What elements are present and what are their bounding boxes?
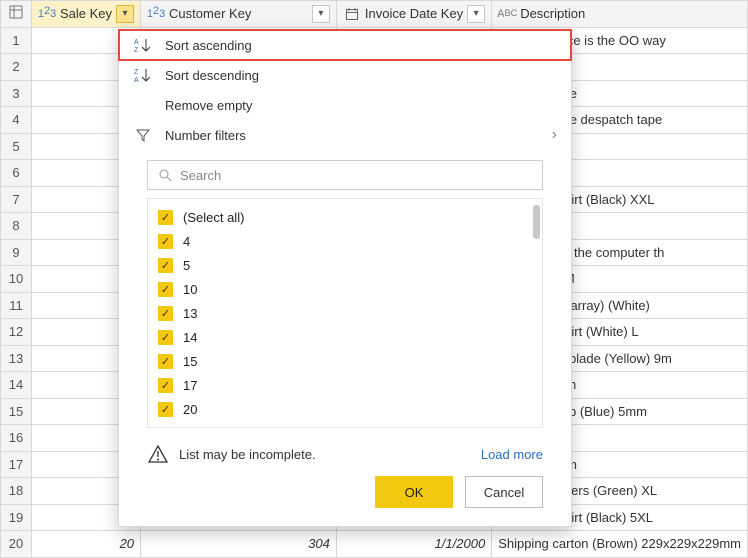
row-number[interactable]: 19 bbox=[1, 504, 32, 531]
search-icon bbox=[158, 168, 172, 182]
column-header-description[interactable]: ABC Description bbox=[492, 1, 748, 28]
row-number[interactable]: 8 bbox=[1, 213, 32, 240]
filter-value-label: 4 bbox=[183, 234, 190, 249]
svg-text:A: A bbox=[134, 77, 139, 83]
warning-icon bbox=[147, 444, 169, 464]
row-number[interactable]: 6 bbox=[1, 160, 32, 187]
filter-icon bbox=[133, 127, 153, 143]
checkbox-checked-icon[interactable]: ✓ bbox=[158, 258, 173, 273]
checkbox-checked-icon[interactable]: ✓ bbox=[158, 402, 173, 417]
incomplete-notice: List may be incomplete. Load more bbox=[119, 434, 571, 476]
row-number[interactable]: 7 bbox=[1, 186, 32, 213]
filter-values-list[interactable]: ✓(Select all)✓4✓5✓10✓13✓14✓15✓17✓20 bbox=[147, 198, 543, 428]
menu-label: Sort descending bbox=[165, 68, 259, 83]
row-number[interactable]: 16 bbox=[1, 425, 32, 452]
row-number[interactable]: 15 bbox=[1, 398, 32, 425]
filter-dropdown-toggle[interactable]: ▾ bbox=[312, 5, 330, 23]
incomplete-text: List may be incomplete. bbox=[179, 447, 316, 462]
menu-label: Sort ascending bbox=[165, 38, 252, 53]
ok-button[interactable]: OK bbox=[375, 476, 453, 508]
sort-desc-icon: ZA bbox=[133, 67, 153, 83]
checkbox-checked-icon[interactable]: ✓ bbox=[158, 282, 173, 297]
cell-description[interactable]: Shipping carton (Brown) 229x229x229mm bbox=[492, 531, 748, 558]
svg-text:Z: Z bbox=[134, 47, 139, 53]
menu-label: Number filters bbox=[165, 128, 246, 143]
text-type-icon: ABC bbox=[498, 8, 516, 20]
filter-value-item[interactable]: ✓ (Select all) bbox=[148, 205, 542, 229]
checkbox-checked-icon[interactable]: ✓ bbox=[158, 378, 173, 393]
filter-value-label: 17 bbox=[183, 378, 197, 393]
checkbox-checked-icon[interactable]: ✓ bbox=[158, 210, 173, 225]
row-number[interactable]: 18 bbox=[1, 478, 32, 505]
filter-value-item[interactable]: ✓5 bbox=[148, 253, 542, 277]
checkbox-checked-icon[interactable]: ✓ bbox=[158, 354, 173, 369]
search-placeholder: Search bbox=[180, 168, 221, 183]
filter-value-label: (Select all) bbox=[183, 210, 244, 225]
column-title: Invoice Date Key bbox=[365, 6, 463, 21]
filter-value-item[interactable]: ✓4 bbox=[148, 229, 542, 253]
chevron-right-icon: › bbox=[552, 126, 557, 144]
checkbox-checked-icon[interactable]: ✓ bbox=[158, 306, 173, 321]
scrollbar-thumb[interactable] bbox=[533, 205, 540, 239]
row-number[interactable]: 13 bbox=[1, 345, 32, 372]
row-number[interactable]: 5 bbox=[1, 133, 32, 160]
filter-value-item[interactable]: ✓ 10 bbox=[148, 277, 542, 301]
cancel-button[interactable]: Cancel bbox=[465, 476, 543, 508]
filter-value-item[interactable]: ✓ 13 bbox=[148, 301, 542, 325]
table-icon bbox=[7, 5, 25, 19]
sort-asc-icon: AZ bbox=[133, 37, 153, 53]
filter-dropdown-toggle[interactable]: ▾ bbox=[116, 5, 134, 23]
column-header-sale-key[interactable]: 123 Sale Key ▾ bbox=[32, 1, 141, 28]
filter-dropdown-panel: AZ Sort ascending ZA Sort descending Rem… bbox=[118, 29, 572, 527]
filter-value-label: 5 bbox=[183, 258, 190, 273]
filter-value-label: 13 bbox=[183, 306, 197, 321]
filter-value-label: 10 bbox=[183, 282, 197, 297]
row-number[interactable]: 3 bbox=[1, 80, 32, 107]
checkbox-checked-icon[interactable]: ✓ bbox=[158, 234, 173, 249]
number-type-icon: 123 bbox=[38, 8, 56, 20]
filter-value-label: 14 bbox=[183, 330, 197, 345]
column-header-customer-key[interactable]: 123 Customer Key ▾ bbox=[141, 1, 337, 28]
checkbox-checked-icon[interactable]: ✓ bbox=[158, 330, 173, 345]
cell-customer-key[interactable]: 304 bbox=[141, 531, 337, 558]
filter-value-item[interactable]: ✓ 15 bbox=[148, 349, 542, 373]
table-row[interactable]: 20203041/1/2000Shipping carton (Brown) 2… bbox=[1, 531, 748, 558]
svg-text:A: A bbox=[134, 39, 139, 46]
cell-invoice-date[interactable]: 1/1/2000 bbox=[336, 531, 491, 558]
column-title: Sale Key bbox=[60, 6, 112, 21]
column-header-invoice-date-key[interactable]: Invoice Date Key ▾ bbox=[336, 1, 491, 28]
filter-value-label: 20 bbox=[183, 402, 197, 417]
filter-value-item[interactable]: ✓ 17 bbox=[148, 373, 542, 397]
row-number[interactable]: 14 bbox=[1, 372, 32, 399]
filter-search-input[interactable]: Search bbox=[147, 160, 543, 190]
row-number[interactable]: 11 bbox=[1, 292, 32, 319]
filter-dropdown-toggle[interactable]: ▾ bbox=[467, 5, 485, 23]
sort-descending-item[interactable]: ZA Sort descending bbox=[119, 60, 571, 90]
filter-value-item[interactable]: ✓ 20 bbox=[148, 397, 542, 421]
svg-text:Z: Z bbox=[134, 69, 139, 76]
load-more-link[interactable]: Load more bbox=[481, 447, 543, 462]
filter-value-item[interactable]: ✓ 14 bbox=[148, 325, 542, 349]
row-number[interactable]: 9 bbox=[1, 239, 32, 266]
remove-empty-item[interactable]: Remove empty bbox=[119, 90, 571, 120]
number-type-icon: 123 bbox=[147, 8, 165, 20]
table-corner[interactable] bbox=[1, 1, 32, 28]
sort-ascending-item[interactable]: AZ Sort ascending bbox=[119, 30, 571, 60]
filter-value-label: 15 bbox=[183, 354, 197, 369]
column-title: Customer Key bbox=[169, 6, 308, 21]
column-title: Description bbox=[520, 6, 741, 21]
number-filters-item[interactable]: Number filters › bbox=[119, 120, 571, 150]
row-number[interactable]: 20 bbox=[1, 531, 32, 558]
cell-sale-key[interactable]: 20 bbox=[32, 531, 141, 558]
calendar-icon bbox=[343, 7, 361, 21]
menu-label: Remove empty bbox=[165, 98, 252, 113]
row-number[interactable]: 4 bbox=[1, 107, 32, 134]
row-number[interactable]: 2 bbox=[1, 54, 32, 81]
row-number[interactable]: 1 bbox=[1, 27, 32, 54]
row-number[interactable]: 12 bbox=[1, 319, 32, 346]
row-number[interactable]: 17 bbox=[1, 451, 32, 478]
row-number[interactable]: 10 bbox=[1, 266, 32, 293]
